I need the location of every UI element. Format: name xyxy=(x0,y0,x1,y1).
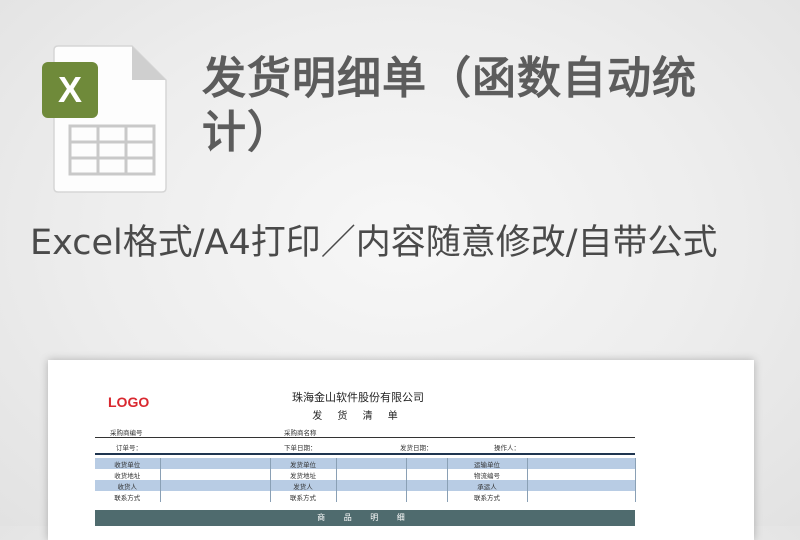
table-cell: 收货地址 xyxy=(95,469,161,480)
page-subtitle: Excel格式/A4打印／内容随意修改/自带公式 xyxy=(30,223,718,263)
table-cell: 发货单位 xyxy=(270,458,337,469)
page-title: 发货明细单（函数自动统计） xyxy=(202,53,697,158)
table-cell: 发货地址 xyxy=(270,469,337,480)
table-cell: 收货单位 xyxy=(95,458,161,469)
table-cell xyxy=(406,469,448,480)
table-row: 联系方式 联系方式 联系方式 xyxy=(95,491,636,502)
table-cell xyxy=(527,458,636,469)
table-cell: 运输单位 xyxy=(447,458,528,469)
table-cell xyxy=(160,491,271,502)
order-date-label: 下单日期： xyxy=(284,444,317,452)
table-cell: 联系方式 xyxy=(95,491,161,502)
table-cell: 收货人 xyxy=(95,480,161,491)
table-cell xyxy=(527,469,636,480)
table-cell xyxy=(160,469,271,480)
table-cell xyxy=(336,480,407,491)
table-cell: 联系方式 xyxy=(447,491,528,502)
excel-letter: X xyxy=(58,69,82,110)
table-cell xyxy=(527,480,636,491)
order-no-label: 订单号： xyxy=(116,444,142,452)
table-cell xyxy=(336,491,407,502)
operator-label: 操作人： xyxy=(494,444,520,452)
table-cell xyxy=(406,480,448,491)
ship-date-label: 发货日期： xyxy=(400,444,433,452)
table-cell: 承运人 xyxy=(447,480,528,491)
table-row: 收货人 发货人 承运人 xyxy=(95,480,636,491)
spreadsheet-preview: LOGO 珠海金山软件股份有限公司 发 货 清 单 采购商编号 采购商名称 订单… xyxy=(48,360,754,540)
table-cell xyxy=(160,480,271,491)
document-title: 发 货 清 单 xyxy=(312,411,404,422)
table-cell: 联系方式 xyxy=(270,491,337,502)
table-cell xyxy=(527,491,636,502)
table-row: 收货单位 发货单位 运输单位 xyxy=(95,458,636,469)
table-cell xyxy=(406,491,448,502)
table-cell xyxy=(336,469,407,480)
buyer-no-label: 采购商编号 xyxy=(110,429,143,437)
table-cell xyxy=(336,458,407,469)
excel-file-icon: X xyxy=(40,42,172,194)
shipping-info-table: 收货单位 发货单位 运输单位 收货地址 发货地址 物流编号 收货人 发货人 承运… xyxy=(95,458,636,502)
product-details-header: 商 品 明 细 xyxy=(95,510,635,526)
table-row: 收货地址 发货地址 物流编号 xyxy=(95,469,636,480)
company-name: 珠海金山软件股份有限公司 xyxy=(292,391,424,404)
divider-thick xyxy=(95,453,635,455)
table-cell xyxy=(406,458,448,469)
table-cell xyxy=(160,458,271,469)
table-cell: 物流编号 xyxy=(447,469,528,480)
divider-top xyxy=(95,437,635,438)
table-cell: 发货人 xyxy=(270,480,337,491)
buyer-name-label: 采购商名称 xyxy=(284,429,317,437)
